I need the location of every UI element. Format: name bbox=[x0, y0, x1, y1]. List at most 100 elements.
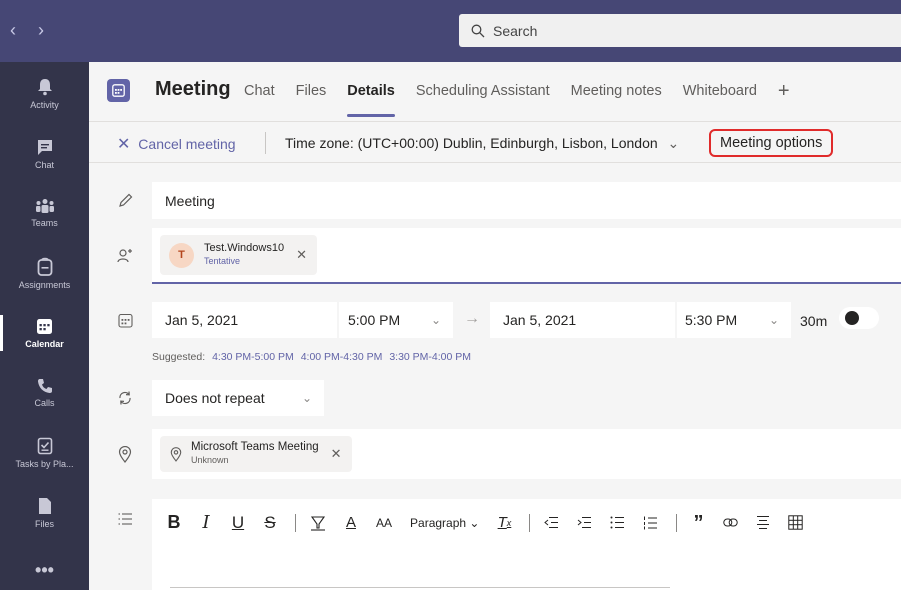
suggested-slot[interactable]: 3:30 PM-4:00 PM bbox=[389, 351, 471, 363]
rail-item-teams[interactable]: Teams bbox=[0, 183, 89, 243]
font-size-icon[interactable]: AA bbox=[376, 516, 392, 530]
details-list-icon bbox=[115, 509, 135, 529]
underline-icon[interactable]: U bbox=[231, 513, 245, 533]
rail-item-calls[interactable]: Calls bbox=[0, 363, 89, 423]
end-date-value: Jan 5, 2021 bbox=[503, 312, 577, 328]
chevron-down-icon: ⌄ bbox=[667, 135, 680, 151]
close-icon: ✕ bbox=[117, 136, 131, 153]
rail-item-files[interactable]: Files bbox=[0, 483, 89, 543]
search-box[interactable]: Search bbox=[459, 14, 901, 47]
repeat-dropdown[interactable]: Does not repeat ⌄ bbox=[152, 380, 324, 416]
formatting-toolbar: B I U S A AA Paragraph ⌄ Tx ” bbox=[167, 512, 821, 533]
attendees-field[interactable]: T Test.Windows10 Tentative ✕ bbox=[152, 228, 901, 284]
tab-meeting-notes[interactable]: Meeting notes bbox=[571, 83, 662, 99]
remove-location-close-icon[interactable]: ✕ bbox=[331, 446, 342, 462]
increase-indent-icon[interactable] bbox=[577, 516, 592, 529]
rail-item-calendar[interactable]: Calendar bbox=[0, 303, 89, 363]
title-bar: ‹ › Search bbox=[0, 0, 901, 62]
remove-attendee-close-icon[interactable]: ✕ bbox=[296, 247, 307, 263]
backpack-icon bbox=[37, 257, 52, 276]
suggested-label: Suggested: bbox=[152, 351, 206, 363]
align-icon[interactable] bbox=[756, 515, 770, 530]
chevron-down-icon: ⌄ bbox=[301, 391, 312, 405]
decrease-indent-icon[interactable] bbox=[544, 516, 559, 529]
quote-icon[interactable]: ” bbox=[691, 513, 705, 533]
location-chip[interactable]: Microsoft Teams Meeting Unknown ✕ bbox=[160, 436, 352, 472]
location-field[interactable]: Microsoft Teams Meeting Unknown ✕ bbox=[152, 429, 901, 479]
rail-item-chat[interactable]: Chat bbox=[0, 124, 89, 184]
cancel-meeting-button[interactable]: ✕ Cancel meeting bbox=[117, 134, 236, 154]
divider bbox=[170, 587, 670, 588]
meeting-header: Meeting Chat Files Details Scheduling As… bbox=[89, 62, 901, 122]
rail-item-assignments[interactable]: Assignments bbox=[0, 243, 89, 303]
more-icon: ••• bbox=[35, 559, 54, 580]
rail-item-activity[interactable]: Activity bbox=[0, 64, 89, 124]
repeat-value: Does not repeat bbox=[165, 390, 265, 406]
rail-label: Assignments bbox=[18, 279, 71, 290]
forward-arrow-icon[interactable]: › bbox=[38, 20, 44, 41]
location-info: Microsoft Teams Meeting Unknown bbox=[191, 441, 319, 467]
start-date-picker[interactable]: Jan 5, 2021 bbox=[152, 302, 337, 338]
rail-item-tasks[interactable]: Tasks by Pla... bbox=[0, 423, 89, 483]
strikethrough-icon[interactable]: S bbox=[263, 513, 277, 533]
end-time-dropdown[interactable]: 5:30 PM ⌄ bbox=[677, 302, 791, 338]
teams-icon bbox=[35, 199, 54, 213]
start-time-value: 5:00 PM bbox=[348, 312, 401, 328]
end-date-picker[interactable]: Jan 5, 2021 bbox=[490, 302, 675, 338]
location-name: Microsoft Teams Meeting bbox=[191, 441, 319, 453]
suggested-times: Suggested: 4:30 PM-5:00 PM 4:00 PM-4:30 … bbox=[152, 351, 471, 363]
toggle-knob bbox=[845, 311, 859, 325]
start-date-value: Jan 5, 2021 bbox=[165, 312, 239, 328]
paragraph-label: Paragraph bbox=[410, 515, 467, 530]
link-icon[interactable] bbox=[723, 517, 739, 528]
rail-label: Calendar bbox=[25, 338, 64, 349]
rail-label: Files bbox=[34, 519, 54, 529]
tab-chat[interactable]: Chat bbox=[244, 83, 275, 99]
clear-formatting-icon[interactable]: Tx bbox=[497, 514, 512, 531]
meeting-details-editor[interactable]: B I U S A AA Paragraph ⌄ Tx ” bbox=[152, 499, 901, 590]
paragraph-dropdown[interactable]: Paragraph ⌄ bbox=[410, 516, 479, 530]
highlight-icon[interactable] bbox=[310, 515, 326, 531]
font-color-icon[interactable]: A bbox=[344, 514, 358, 531]
more-apps-button[interactable]: ••• bbox=[0, 540, 89, 590]
meeting-toolbar: ✕ Cancel meeting Time zone: (UTC+00:00) … bbox=[89, 123, 901, 163]
start-time-dropdown[interactable]: 5:00 PM ⌄ bbox=[339, 302, 453, 338]
tab-files[interactable]: Files bbox=[296, 83, 327, 99]
rail-label: Teams bbox=[31, 218, 58, 228]
calendar-icon bbox=[37, 318, 52, 334]
toolbar-divider bbox=[529, 513, 531, 532]
rail-label: Calls bbox=[34, 398, 55, 408]
meeting-options-button[interactable]: Meeting options bbox=[709, 129, 834, 157]
table-icon[interactable] bbox=[788, 515, 804, 530]
cancel-meeting-label: Cancel meeting bbox=[138, 136, 236, 152]
add-person-icon bbox=[115, 246, 135, 266]
meeting-tabs: Chat Files Details Scheduling Assistant … bbox=[244, 81, 790, 117]
pencil-icon bbox=[115, 190, 135, 210]
attendee-info: Test.Windows10 Tentative bbox=[204, 242, 284, 268]
tab-scheduling-assistant[interactable]: Scheduling Assistant bbox=[416, 83, 550, 99]
tab-whiteboard[interactable]: Whiteboard bbox=[683, 83, 757, 99]
tab-details[interactable]: Details bbox=[347, 83, 395, 117]
location-status: Unknown bbox=[191, 455, 229, 465]
add-tab-plus-icon[interactable]: + bbox=[778, 81, 790, 101]
rail-label: Tasks by Pla... bbox=[15, 459, 74, 469]
italic-icon[interactable]: I bbox=[199, 512, 213, 533]
back-arrow-icon[interactable]: ‹ bbox=[10, 20, 16, 41]
toolbar-divider bbox=[295, 513, 296, 532]
page-title: Meeting bbox=[155, 78, 231, 100]
location-pin-icon bbox=[170, 446, 182, 462]
suggested-slot[interactable]: 4:30 PM-5:00 PM bbox=[212, 351, 294, 363]
all-day-toggle[interactable] bbox=[839, 307, 879, 329]
bold-icon[interactable]: B bbox=[167, 512, 181, 533]
meeting-title-input[interactable]: Meeting bbox=[152, 182, 901, 219]
bell-icon bbox=[37, 79, 52, 96]
calendar-icon bbox=[115, 310, 135, 330]
bulleted-list-icon[interactable] bbox=[610, 516, 625, 529]
suggested-slot[interactable]: 4:00 PM-4:30 PM bbox=[301, 351, 383, 363]
numbered-list-icon[interactable] bbox=[643, 516, 658, 530]
meeting-details-pane: Meeting Chat Files Details Scheduling As… bbox=[89, 62, 901, 590]
attendee-chip[interactable]: T Test.Windows10 Tentative ✕ bbox=[160, 235, 317, 275]
chat-icon bbox=[37, 139, 52, 155]
timezone-dropdown[interactable]: Time zone: (UTC+00:00) Dublin, Edinburgh… bbox=[285, 135, 679, 152]
arrow-right-icon: → bbox=[464, 310, 480, 327]
